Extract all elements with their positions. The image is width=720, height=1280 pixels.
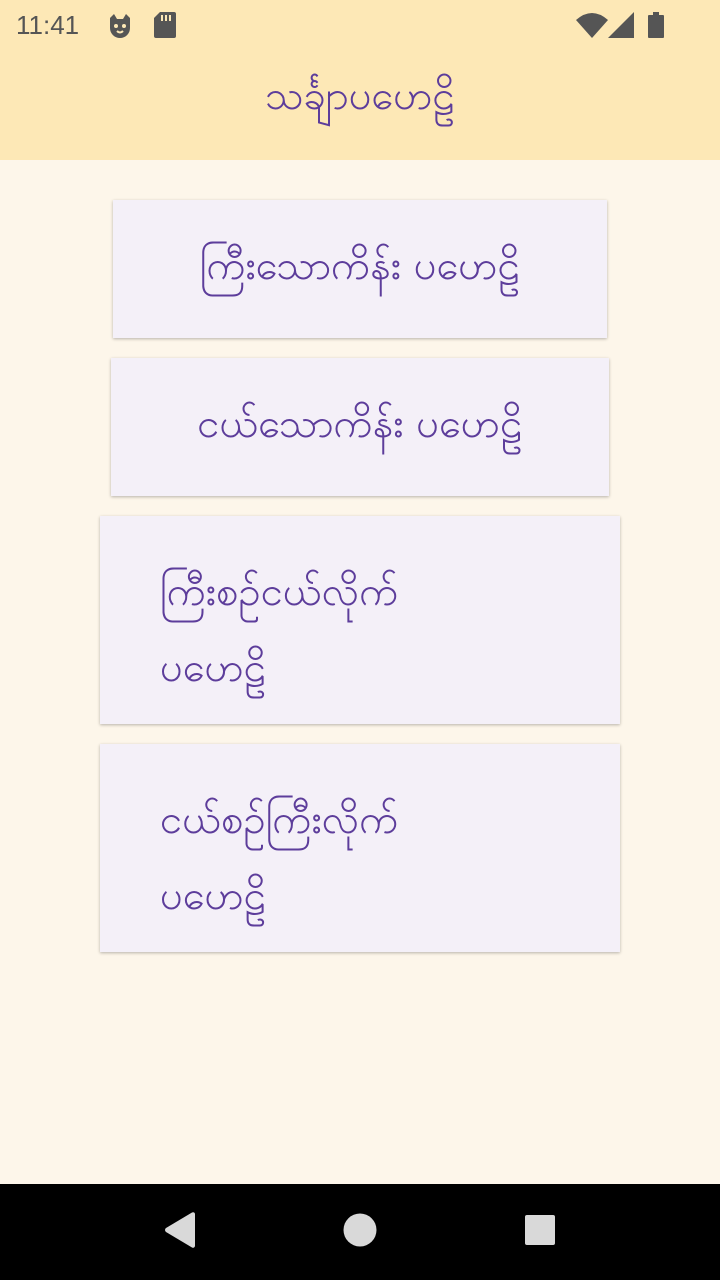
recents-icon [525,1215,555,1249]
home-icon [343,1213,377,1251]
menu-list: ကြီးသောကိန်း ပဟေဠိ ငယ်သောကိန်း ပဟေဠိ ကြီ… [0,160,720,1184]
menu-button-smaller-number-puzzle[interactable]: ငယ်သောကိန်း ပဟေဠိ [111,358,609,496]
status-bar: 11:41 [0,0,720,50]
cat-face-icon [106,12,134,44]
sd-card-icon [154,12,176,42]
menu-button-descending-order-puzzle[interactable]: ကြီးစဉ်ငယ်လိုက် ပဟေဠိ [100,516,620,724]
battery-icon [648,12,664,42]
nav-back-button[interactable] [146,1198,214,1266]
back-icon [163,1212,197,1252]
wifi-icon [576,12,608,42]
signal-icon [608,12,634,42]
app-bar: သင်္ချာပဟေဠိ [0,50,720,160]
menu-button-ascending-order-puzzle[interactable]: ငယ်စဉ်ကြီးလိုက် ပဟေဠိ [100,744,620,952]
navigation-bar [0,1184,720,1280]
nav-home-button[interactable] [326,1198,394,1266]
page-title: သင်္ချာပဟေဠိ [264,73,456,119]
menu-button-label-line1: ကြီးစဉ်ငယ်လိုက် [160,569,399,615]
app-screen: 11:41 သင်္ချာပဟေဠိ ကြီးသောကိန်း ပဟေဠိ ငယ… [0,0,720,1280]
menu-button-label: ငယ်သောကိန်း ပဟေဠိ [197,400,523,447]
status-time: 11:41 [16,10,80,40]
nav-recents-button[interactable] [506,1198,574,1266]
menu-button-label-line2: ပဟေဠိ [160,873,267,919]
menu-button-label-line2: ပဟေဠိ [160,645,267,691]
menu-button-greater-number-puzzle[interactable]: ကြီးသောကိန်း ပဟေဠိ [113,200,607,338]
menu-button-label: ကြီးသောကိန်း ပဟေဠိ [199,242,521,289]
menu-button-label-line1: ငယ်စဉ်ကြီးလိုက် [160,797,399,843]
